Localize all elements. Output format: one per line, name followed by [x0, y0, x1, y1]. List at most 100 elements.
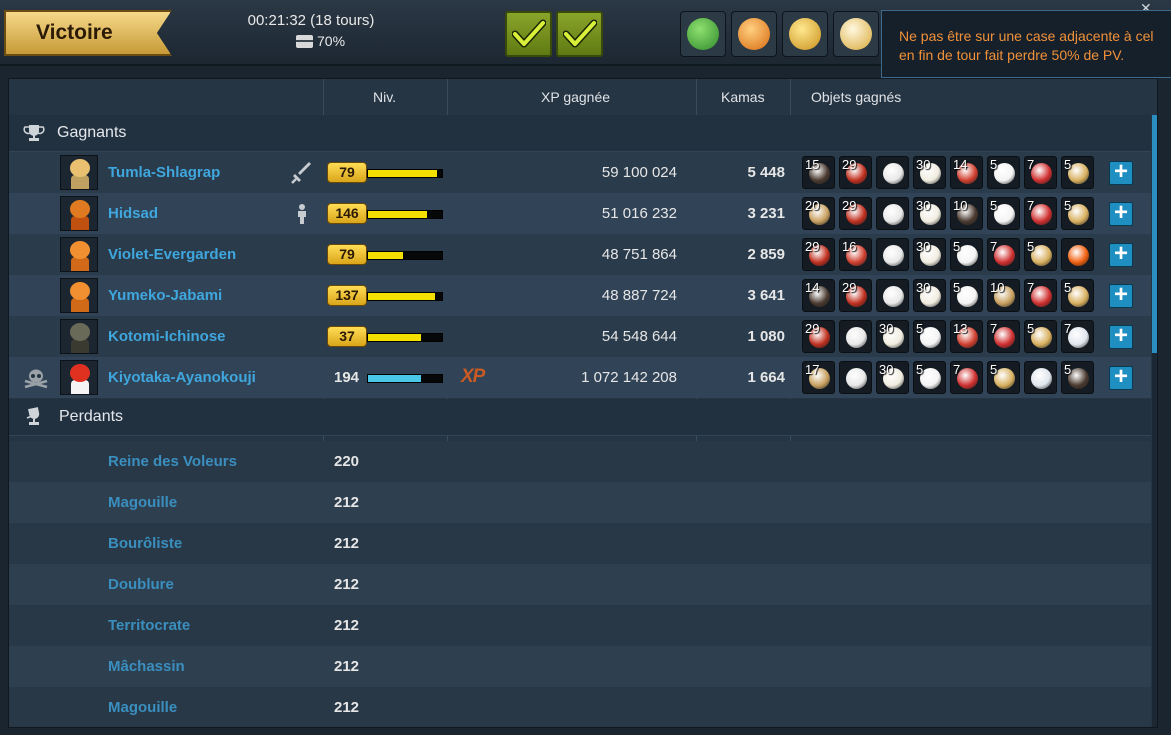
more-items-button[interactable]: + [1109, 283, 1133, 308]
loser-row[interactable]: Magouille 212 [9, 687, 1151, 727]
column-header-kamas[interactable]: Kamas [721, 79, 765, 115]
monster-name[interactable]: Magouille [108, 687, 177, 727]
winner-row[interactable]: Yumeko-Jabami 137 48 887 724 3 641 14 29 30… [9, 275, 1151, 316]
loot-item[interactable] [876, 156, 909, 189]
loot-item[interactable]: 7 [950, 361, 983, 394]
loot-item[interactable]: 29 [802, 238, 835, 271]
loot-item[interactable]: 30 [913, 197, 946, 230]
monster-name[interactable]: Bourôliste [108, 523, 182, 564]
loot-item[interactable]: 5 [987, 197, 1020, 230]
column-header-level[interactable]: Niv. [373, 79, 396, 115]
loot-item[interactable] [1024, 361, 1057, 394]
monster-name[interactable]: Reine des Voleurs [108, 441, 237, 482]
more-items-button[interactable]: + [1109, 324, 1133, 349]
validate-challenge-button-2[interactable] [556, 11, 603, 57]
scrollbar[interactable] [1152, 115, 1157, 727]
loot-item[interactable] [839, 320, 872, 353]
scrollbar-thumb[interactable] [1152, 115, 1157, 353]
loot-item[interactable] [876, 197, 909, 230]
loot-item[interactable]: 5 [1061, 197, 1094, 230]
loot-item[interactable] [876, 238, 909, 271]
validate-challenge-button[interactable] [505, 11, 552, 57]
level-value: 220 [334, 453, 360, 470]
loot-item[interactable]: 5 [913, 320, 946, 353]
loot-item[interactable]: 30 [913, 279, 946, 312]
loot-item[interactable]: 5 [1061, 279, 1094, 312]
column-header-items[interactable]: Objets gagnés [811, 79, 901, 115]
loot-item[interactable]: 5 [987, 156, 1020, 189]
loot-item[interactable]: 7 [987, 238, 1020, 271]
winner-row[interactable]: Tumla-Shlagrap 79 59 100 024 5 448 15 29 30… [9, 152, 1151, 193]
loot-item[interactable]: 29 [802, 320, 835, 353]
loot-item[interactable] [1061, 238, 1094, 271]
loot-item[interactable]: 5 [1024, 238, 1057, 271]
loot-item[interactable]: 30 [876, 320, 909, 353]
loot-item[interactable]: 14 [802, 279, 835, 312]
loot-item[interactable]: 29 [839, 156, 872, 189]
loot-item[interactable]: 5 [950, 279, 983, 312]
avatar[interactable] [60, 155, 98, 190]
loot-item[interactable]: 29 [839, 279, 872, 312]
loser-row[interactable]: Doublure 212 [9, 564, 1151, 605]
more-items-button[interactable]: + [1109, 242, 1133, 267]
gold-monster-icon[interactable] [782, 11, 828, 57]
loot-item[interactable]: 15 [802, 156, 835, 189]
loot-item[interactable]: 10 [950, 197, 983, 230]
loot-item[interactable]: 17 [802, 361, 835, 394]
monster-name[interactable]: Mâchassin [108, 646, 185, 687]
avatar[interactable] [60, 237, 98, 272]
loot-item[interactable]: 7 [1061, 320, 1094, 353]
loser-row[interactable]: Magouille 212 [9, 482, 1151, 523]
player-name[interactable]: Kotomi-Ichinose [108, 316, 226, 357]
player-name[interactable]: Yumeko-Jabami [108, 275, 222, 316]
avatar[interactable] [60, 360, 98, 395]
loot-item[interactable] [839, 361, 872, 394]
winner-row[interactable]: Kiyotaka-Ayanokouji 194 XP 1 072 142 208 1 6… [9, 357, 1151, 398]
loot-item[interactable]: 30 [876, 361, 909, 394]
player-name[interactable]: Violet-Evergarden [108, 234, 236, 275]
loot-item[interactable]: 5 [950, 238, 983, 271]
loot-item[interactable]: 20 [802, 197, 835, 230]
loot-item[interactable]: 30 [913, 156, 946, 189]
loot-item[interactable]: 10 [987, 279, 1020, 312]
white-monster-icon[interactable] [833, 11, 879, 57]
avatar[interactable] [60, 278, 98, 313]
loser-row[interactable]: Bourôliste 212 [9, 523, 1151, 564]
player-name[interactable]: Hidsad [108, 193, 158, 234]
orange-monster-icon[interactable] [731, 11, 777, 57]
loser-row[interactable]: Mâchassin 212 [9, 646, 1151, 687]
loot-item[interactable]: 7 [1024, 156, 1057, 189]
loot-item[interactable]: 13 [950, 320, 983, 353]
more-items-button[interactable]: + [1109, 160, 1133, 185]
column-header-xp[interactable]: XP gagnée [541, 79, 610, 115]
level-badge: 137 [327, 285, 367, 306]
player-name[interactable]: Kiyotaka-Ayanokouji [108, 357, 256, 398]
winner-row[interactable]: Kotomi-Ichinose 37 54 548 644 1 080 29 30 5… [9, 316, 1151, 357]
avatar[interactable] [60, 196, 98, 231]
avatar[interactable] [60, 319, 98, 354]
more-items-button[interactable]: + [1109, 365, 1133, 390]
monster-name[interactable]: Doublure [108, 564, 174, 605]
loot-item[interactable]: 5 [1061, 361, 1094, 394]
loot-item[interactable]: 14 [950, 156, 983, 189]
loot-item[interactable]: 5 [913, 361, 946, 394]
loot-item[interactable]: 5 [987, 361, 1020, 394]
loot-item[interactable]: 30 [913, 238, 946, 271]
more-items-button[interactable]: + [1109, 201, 1133, 226]
winner-row[interactable]: Hidsad 146 51 016 232 3 231 20 29 30 10 5 7… [9, 193, 1151, 234]
loot-item[interactable]: 7 [987, 320, 1020, 353]
monster-name[interactable]: Territocrate [108, 605, 190, 646]
loot-item[interactable]: 7 [1024, 197, 1057, 230]
loser-row[interactable]: Reine des Voleurs 220 [9, 441, 1151, 482]
loser-row[interactable]: Territocrate 212 [9, 605, 1151, 646]
player-name[interactable]: Tumla-Shlagrap [108, 152, 220, 193]
loot-item[interactable]: 5 [1024, 320, 1057, 353]
loot-item[interactable]: 5 [1061, 156, 1094, 189]
loot-item[interactable]: 16 [839, 238, 872, 271]
monster-name[interactable]: Magouille [108, 482, 177, 523]
loot-item[interactable]: 7 [1024, 279, 1057, 312]
green-monster-icon[interactable] [680, 11, 726, 57]
loot-item[interactable] [876, 279, 909, 312]
loot-item[interactable]: 29 [839, 197, 872, 230]
winner-row[interactable]: Violet-Evergarden 79 48 751 864 2 859 29 16… [9, 234, 1151, 275]
